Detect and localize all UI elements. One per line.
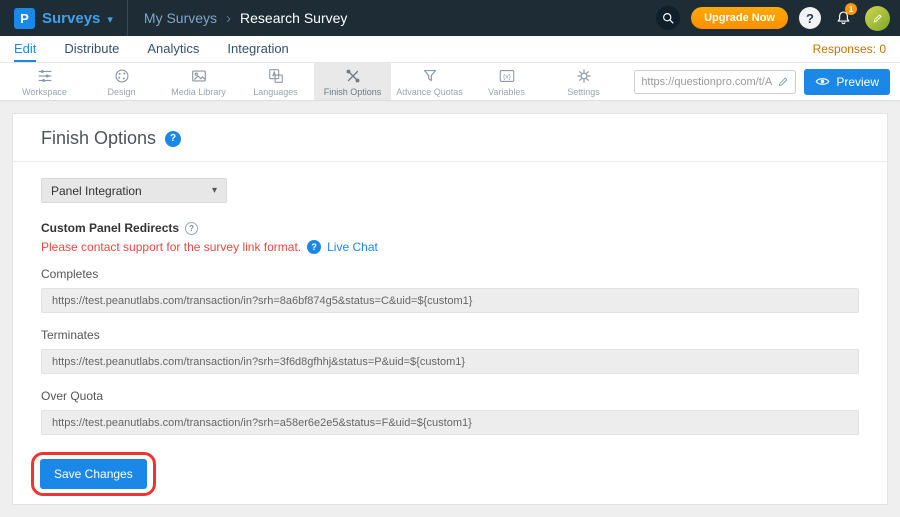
breadcrumb-survey-name: Research Survey bbox=[240, 10, 347, 26]
image-icon bbox=[190, 67, 208, 85]
over-quota-field-group: Over Quota bbox=[41, 389, 859, 435]
toolbar-label: Advance Quotas bbox=[396, 87, 463, 97]
toolbar-label: Media Library bbox=[171, 87, 226, 97]
notifications-button[interactable]: 1 bbox=[832, 7, 854, 29]
save-changes-button[interactable]: Save Changes bbox=[40, 459, 147, 489]
pencil-icon bbox=[872, 13, 883, 24]
terminates-label: Terminates bbox=[41, 328, 859, 342]
toolbar-item-finish-options[interactable]: Finish Options bbox=[314, 63, 391, 100]
language-icon bbox=[267, 67, 285, 85]
toolbar-label: Languages bbox=[253, 87, 298, 97]
completes-label: Completes bbox=[41, 267, 859, 281]
funnel-icon bbox=[421, 67, 439, 85]
search-button[interactable] bbox=[656, 6, 680, 30]
panel-integration-dropdown[interactable]: Panel Integration ▾ bbox=[41, 178, 227, 203]
survey-url-box bbox=[634, 70, 796, 94]
tab-distribute[interactable]: Distribute bbox=[64, 36, 119, 62]
custom-panel-redirects-heading: Custom Panel Redirects bbox=[41, 221, 179, 235]
annotation-highlight: Save Changes bbox=[31, 452, 156, 496]
product-switcher[interactable]: P Surveys ▾ bbox=[10, 0, 128, 36]
main-content: Finish Options ? Panel Integration ▾ Cus… bbox=[0, 101, 900, 517]
palette-icon bbox=[113, 67, 131, 85]
edit-url-pencil-icon[interactable] bbox=[777, 76, 789, 88]
toolbar-label: Design bbox=[107, 87, 135, 97]
product-name: Surveys bbox=[42, 10, 100, 27]
terminates-field-group: Terminates bbox=[41, 328, 859, 374]
breadcrumb: My Surveys › Research Survey bbox=[144, 10, 348, 27]
toolbar-item-media-library[interactable]: Media Library bbox=[160, 63, 237, 100]
notification-count-badge: 1 bbox=[845, 3, 857, 15]
toolbar-item-variables[interactable]: {x} Variables bbox=[468, 63, 545, 100]
toolbar-item-workspace[interactable]: Workspace bbox=[6, 63, 83, 100]
edit-toolbar: Workspace Design Media Library Languages… bbox=[0, 63, 900, 101]
card-body: Panel Integration ▾ Custom Panel Redirec… bbox=[13, 162, 887, 512]
top-bar: P Surveys ▾ My Surveys › Research Survey… bbox=[0, 0, 900, 36]
help-button[interactable]: ? bbox=[799, 7, 821, 29]
avatar[interactable] bbox=[865, 6, 890, 31]
tab-edit[interactable]: Edit bbox=[14, 36, 36, 62]
tools-icon bbox=[344, 67, 362, 85]
toolbar-label: Finish Options bbox=[324, 87, 382, 97]
workspace-icon bbox=[36, 67, 54, 85]
live-chat-link[interactable]: Live Chat bbox=[327, 240, 378, 254]
completes-field-group: Completes bbox=[41, 267, 859, 313]
section-tabs: Edit Distribute Analytics Integration Re… bbox=[0, 36, 900, 63]
redirects-help-icon[interactable]: ? bbox=[185, 222, 198, 235]
toolbar-label: Workspace bbox=[22, 87, 67, 97]
live-chat-help-icon[interactable]: ? bbox=[307, 240, 321, 254]
toolbar-item-design[interactable]: Design bbox=[83, 63, 160, 100]
chevron-right-icon: › bbox=[226, 10, 231, 27]
over-quota-url-input[interactable] bbox=[41, 410, 859, 435]
over-quota-label: Over Quota bbox=[41, 389, 859, 403]
svg-text:{x}: {x} bbox=[503, 73, 512, 80]
toolbar-item-languages[interactable]: Languages bbox=[237, 63, 314, 100]
preview-label: Preview bbox=[836, 75, 879, 89]
finish-options-help-icon[interactable]: ? bbox=[165, 131, 181, 147]
toolbar-label: Variables bbox=[488, 87, 525, 97]
search-icon bbox=[661, 11, 675, 25]
upgrade-now-button[interactable]: Upgrade Now bbox=[691, 7, 788, 29]
survey-url-input[interactable] bbox=[641, 76, 773, 88]
variables-icon: {x} bbox=[498, 67, 516, 85]
toolbar-item-settings[interactable]: Settings bbox=[545, 63, 622, 100]
support-message: Please contact support for the survey li… bbox=[41, 240, 301, 254]
support-note-row: Please contact support for the survey li… bbox=[41, 240, 859, 254]
card-header: Finish Options ? bbox=[13, 114, 887, 162]
responses-count[interactable]: Responses: 0 bbox=[813, 36, 886, 62]
eye-icon bbox=[815, 76, 830, 87]
toolbar-item-advance-quotas[interactable]: Advance Quotas bbox=[391, 63, 468, 100]
section-heading-row: Custom Panel Redirects ? bbox=[41, 221, 859, 235]
toolbar-label: Settings bbox=[567, 87, 600, 97]
terminates-url-input[interactable] bbox=[41, 349, 859, 374]
caret-down-icon: ▾ bbox=[212, 185, 217, 196]
questionpro-logo: P bbox=[14, 8, 35, 29]
tab-integration[interactable]: Integration bbox=[227, 36, 288, 62]
breadcrumb-my-surveys[interactable]: My Surveys bbox=[144, 10, 217, 26]
preview-button[interactable]: Preview bbox=[804, 69, 890, 95]
gear-icon bbox=[575, 67, 593, 85]
page-title: Finish Options bbox=[41, 128, 156, 149]
top-actions: Upgrade Now ? 1 bbox=[656, 6, 890, 31]
dropdown-value: Panel Integration bbox=[51, 184, 142, 198]
tab-analytics[interactable]: Analytics bbox=[147, 36, 199, 62]
caret-down-icon: ▾ bbox=[107, 13, 113, 26]
finish-options-card: Finish Options ? Panel Integration ▾ Cus… bbox=[12, 113, 888, 505]
completes-url-input[interactable] bbox=[41, 288, 859, 313]
